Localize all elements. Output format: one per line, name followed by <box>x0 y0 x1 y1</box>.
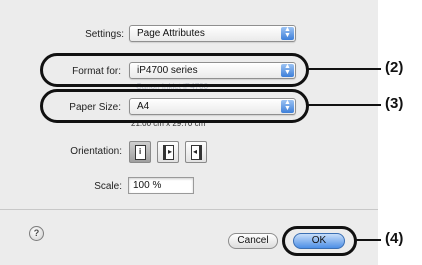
format-for-highlight-ring <box>40 53 309 87</box>
callout-line-4 <box>354 239 381 241</box>
callout-line-2 <box>306 68 381 70</box>
paper-size-highlight-ring <box>40 89 309 123</box>
callout-label-4: (4) <box>385 230 404 247</box>
scale-label: Scale: <box>94 181 122 192</box>
orientation-portrait-button[interactable]: i <box>129 141 151 163</box>
settings-label: Settings: <box>85 29 124 40</box>
orientation-landscape-button[interactable]: ▸ <box>157 141 179 163</box>
orientation-reverse-landscape-button[interactable]: ◂ <box>185 141 207 163</box>
cancel-button[interactable]: Cancel <box>228 233 278 249</box>
callout-line-3 <box>306 104 381 106</box>
reverse-landscape-page-icon: ◂ <box>191 145 202 160</box>
chevron-updown-icon: ▲ ▼ <box>281 26 294 40</box>
settings-value: Page Attributes <box>137 28 205 39</box>
callout-label-3: (3) <box>385 95 404 112</box>
help-button[interactable]: ? <box>29 226 44 241</box>
orientation-label: Orientation: <box>70 146 122 157</box>
divider <box>0 209 378 210</box>
callout-label-2: (2) <box>385 59 404 76</box>
portrait-page-icon: i <box>135 145 146 160</box>
landscape-page-icon: ▸ <box>163 145 174 160</box>
ok-highlight-ring <box>282 226 357 256</box>
scale-value: 100 % <box>133 180 162 191</box>
settings-popup[interactable]: Page Attributes ▲ ▼ <box>129 25 296 42</box>
scale-input[interactable]: 100 % <box>128 177 194 194</box>
